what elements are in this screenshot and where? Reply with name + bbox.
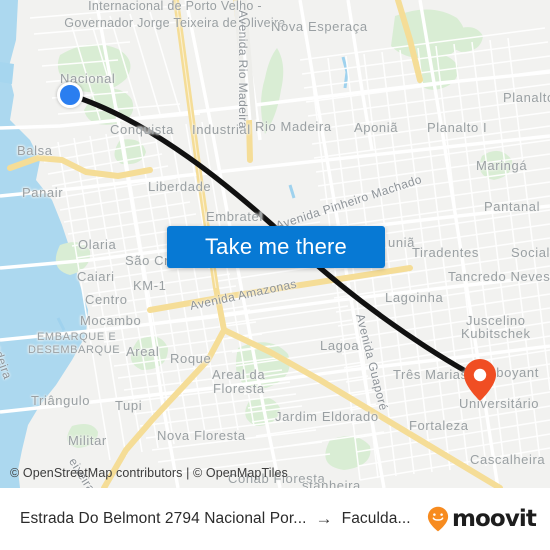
map-canvas[interactable]: Internacional de Porto Velho - Governado… bbox=[0, 0, 550, 488]
moovit-wordmark: moovit bbox=[451, 505, 537, 532]
origin-marker[interactable] bbox=[57, 82, 83, 108]
moovit-route-page: Internacional de Porto Velho - Governado… bbox=[0, 0, 550, 550]
route-summary: Estrada Do Belmont 2794 Nacional Por... … bbox=[20, 510, 417, 528]
map-attribution[interactable]: © OpenStreetMap contributors | © OpenMap… bbox=[10, 466, 288, 480]
route-destination-label: Faculda... bbox=[341, 510, 411, 527]
arrow-right-icon: → bbox=[315, 509, 333, 528]
take-me-there-button[interactable]: Take me there bbox=[167, 226, 385, 268]
map-pin-icon bbox=[464, 359, 496, 401]
destination-marker[interactable] bbox=[462, 358, 498, 402]
route-origin-label: Estrada Do Belmont 2794 Nacional Por... bbox=[20, 510, 307, 527]
moovit-pin-icon bbox=[427, 506, 449, 532]
moovit-logo[interactable]: moovit bbox=[427, 505, 537, 532]
route-footer-bar: Estrada Do Belmont 2794 Nacional Por... … bbox=[0, 488, 550, 550]
